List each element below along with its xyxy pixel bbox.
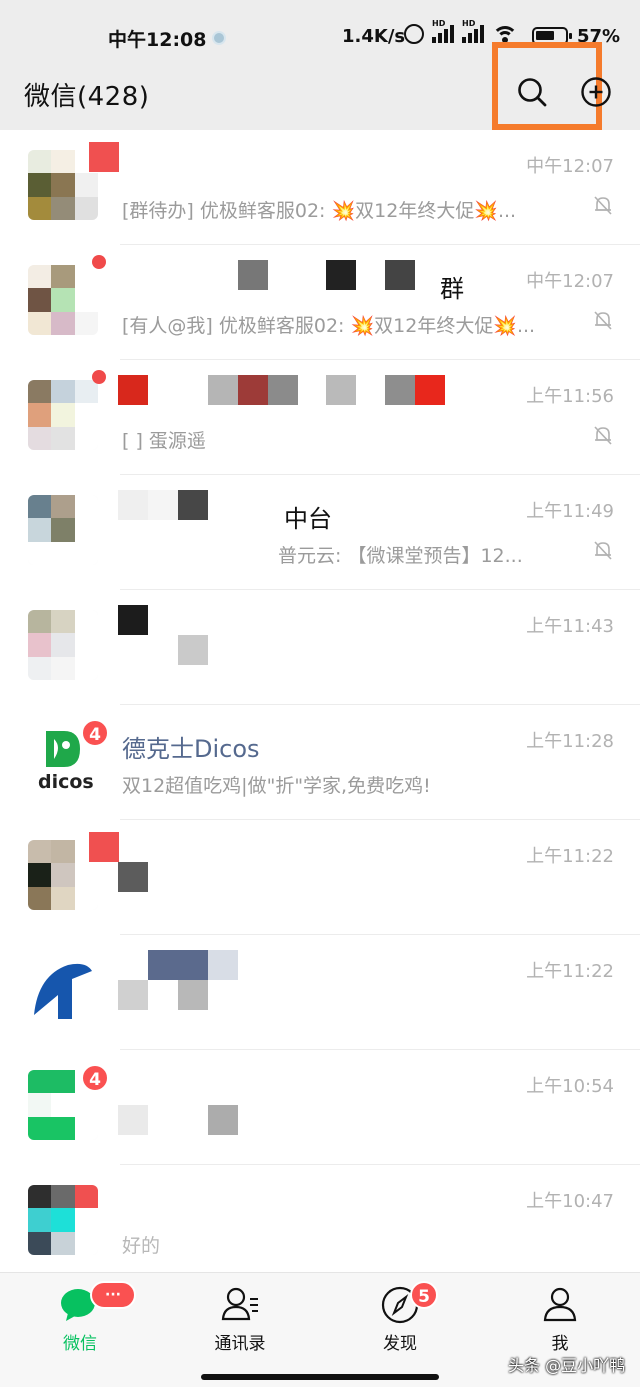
group-avatar [28, 610, 98, 680]
chat-item[interactable]: 4 上午10:54 [0, 1050, 640, 1165]
network-speed: 1.4K/s [342, 26, 406, 47]
chat-item[interactable]: 上午11:43 [0, 590, 640, 705]
chat-time: 上午11:22 [526, 846, 614, 867]
group-avatar [28, 1185, 98, 1255]
chat-name: 德克士Dicos [122, 735, 260, 763]
chat-item[interactable]: [ ] 蛋源遥 上午11:56 [0, 360, 640, 475]
chat-preview: 普元云: 【微课堂预告】12... [278, 545, 523, 567]
search-icon[interactable] [516, 76, 548, 108]
chat-time: 上午11:28 [526, 731, 614, 752]
unread-badge: 4 [81, 719, 109, 747]
add-icon[interactable] [580, 76, 612, 108]
tab-label: 发现 [383, 1334, 417, 1354]
status-icons: HD HD [404, 19, 518, 44]
signal-icon: HD [432, 19, 454, 43]
contacts-icon [221, 1287, 258, 1321]
tab-label: 通讯录 [214, 1334, 266, 1354]
chat-item[interactable]: 上午11:22 [0, 935, 640, 1050]
chat-name: 中台 [284, 505, 332, 533]
mute-icon [594, 541, 612, 560]
alarm-icon [404, 24, 424, 44]
group-avatar [28, 150, 98, 220]
group-avatar [28, 380, 98, 450]
chat-item[interactable]: 中台 普元云: 【微课堂预告】12... 上午11:49 [0, 475, 640, 590]
chat-preview: 好的 [122, 1235, 161, 1257]
tab-badge: ··· [90, 1281, 136, 1309]
group-avatar [28, 265, 98, 335]
chat-name: 群 [440, 275, 464, 303]
chat-time: 上午11:49 [526, 501, 614, 522]
chat-time: 上午10:54 [526, 1076, 614, 1097]
tab-badge: 5 [410, 1281, 438, 1309]
unread-dot [92, 255, 106, 269]
unread-dot [92, 370, 106, 384]
chat-item[interactable]: 上午11:22 [0, 820, 640, 935]
chat-time: 上午11:43 [526, 616, 614, 637]
chat-item-dicos[interactable]: dicos 4 德克士Dicos 双12超值吃鸡|做"折"学家,免费吃鸡! 上午… [0, 705, 640, 820]
chat-item[interactable]: [群待办] 优极鲜客服02: 💥双12年终大促💥... 中午12:07 [0, 130, 640, 245]
page-title: 微信(428) [24, 82, 150, 112]
profile-icon [543, 1287, 577, 1322]
tab-chats[interactable]: ··· 微信 [0, 1273, 160, 1373]
group-avatar [28, 495, 98, 565]
mute-icon [594, 311, 612, 330]
chat-time: 上午11:56 [526, 386, 614, 407]
tab-discover[interactable]: 5 发现 [320, 1273, 480, 1373]
chat-list[interactable]: [群待办] 优极鲜客服02: 💥双12年终大促💥... 中午12:07 群 [有… [0, 130, 640, 1272]
tab-contacts[interactable]: 通讯录 [160, 1273, 320, 1373]
home-indicator[interactable] [201, 1374, 439, 1380]
chat-time: 中午12:07 [526, 156, 614, 177]
chat-item[interactable]: 好的 上午10:47 [0, 1165, 640, 1272]
chat-time: 上午11:22 [526, 961, 614, 982]
chat-preview: 双12超值吃鸡|做"折"学家,免费吃鸡! [122, 775, 431, 797]
chat-item[interactable]: 群 [有人@我] 优极鲜客服02: 💥双12年终大促💥... 中午12:07 [0, 245, 640, 360]
notification-icon [212, 31, 226, 45]
mute-icon [594, 426, 612, 445]
watermark: 头条 @豆小吖鸭 [508, 1356, 626, 1375]
chat-time: 上午10:47 [526, 1191, 614, 1212]
chat-preview: [ ] 蛋源遥 [122, 430, 206, 452]
chat-preview: [有人@我] 优极鲜客服02: 💥双12年终大促💥... [122, 315, 536, 337]
avatar [28, 955, 98, 1025]
group-avatar [28, 840, 98, 910]
app-header: 微信(428) [0, 42, 640, 130]
unread-badge: 4 [81, 1064, 109, 1092]
chat-time: 中午12:07 [526, 271, 614, 292]
mute-icon [594, 196, 612, 215]
tab-label: 微信 [63, 1334, 97, 1354]
status-time: 中午12:08 [108, 29, 207, 51]
signal-icon-2: HD [462, 19, 484, 43]
wechat-screen: 中午12:08 1.4K/s HD HD 57% 微信(428) [群待办] 优… [0, 0, 640, 1387]
tab-label: 我 [551, 1334, 569, 1354]
wifi-icon [492, 25, 518, 43]
chat-preview: [群待办] 优极鲜客服02: 💥双12年终大促💥... [122, 200, 517, 222]
